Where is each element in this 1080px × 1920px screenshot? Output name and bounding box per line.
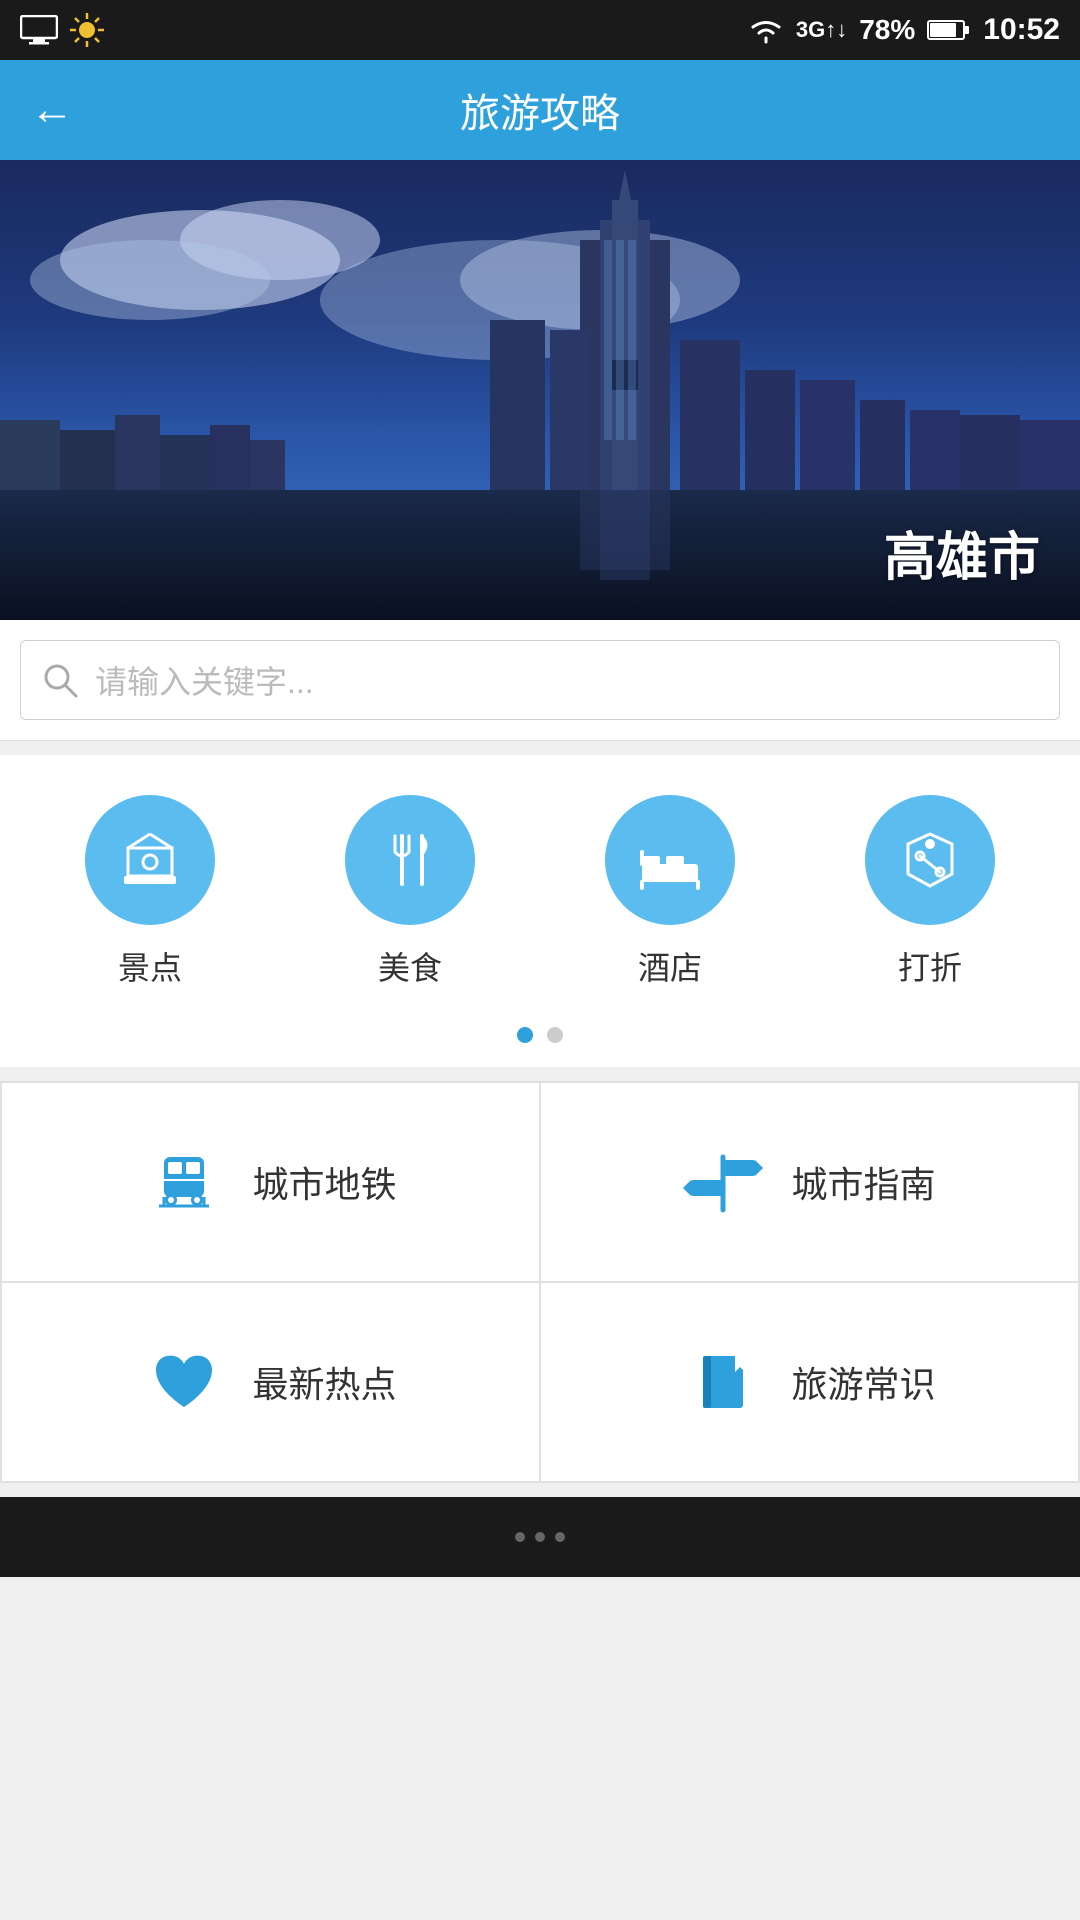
category-meishi[interactable]: 美食 bbox=[300, 795, 520, 989]
bottom-dot-2 bbox=[535, 1532, 545, 1542]
pagination-dots bbox=[0, 1009, 1080, 1067]
category-icon-jingdian bbox=[85, 795, 215, 925]
knowledge-label: 旅游常识 bbox=[791, 1356, 935, 1408]
weather-icon bbox=[68, 11, 106, 49]
battery-percent: 78% bbox=[859, 14, 915, 46]
status-right: 3G↑↓ 78% 10:52 bbox=[748, 13, 1060, 47]
heart-icon bbox=[144, 1342, 224, 1422]
hero-image: 高雄市 bbox=[0, 160, 1080, 620]
bottom-bar bbox=[0, 1497, 1080, 1577]
category-label-jiudian: 酒店 bbox=[638, 943, 702, 989]
category-jiudian[interactable]: 酒店 bbox=[560, 795, 780, 989]
search-box[interactable]: 请输入关键字... bbox=[20, 640, 1060, 720]
category-label-dazhe: 打折 bbox=[898, 943, 962, 989]
battery-icon bbox=[927, 18, 971, 42]
bottom-dot-3 bbox=[555, 1532, 565, 1542]
category-icon-jiudian bbox=[605, 795, 735, 925]
search-placeholder[interactable]: 请输入关键字... bbox=[95, 657, 314, 703]
bottom-grid: 城市地铁 城市指南 最新热点 bbox=[0, 1081, 1080, 1483]
bottom-dot-1 bbox=[515, 1532, 525, 1542]
nav-bar: ← 旅游攻略 bbox=[0, 60, 1080, 160]
dot-2[interactable] bbox=[547, 1027, 563, 1043]
hotspot-label: 最新热点 bbox=[252, 1356, 396, 1408]
wifi-icon bbox=[748, 16, 784, 44]
category-jingdian[interactable]: 景点 bbox=[40, 795, 260, 989]
page-title: 旅游攻略 bbox=[460, 81, 620, 139]
back-button[interactable]: ← bbox=[30, 85, 74, 135]
dot-1[interactable] bbox=[517, 1027, 533, 1043]
category-icon-dazhe bbox=[865, 795, 995, 925]
search-icon bbox=[41, 661, 79, 699]
screen-icon bbox=[20, 15, 58, 45]
category-row: 景点 美食 bbox=[20, 795, 1060, 989]
category-icon-meishi bbox=[345, 795, 475, 925]
book-icon bbox=[683, 1342, 763, 1422]
metro-icon bbox=[144, 1142, 224, 1222]
category-section: 景点 美食 bbox=[0, 755, 1080, 1009]
time-display: 10:52 bbox=[983, 13, 1060, 47]
grid-hotspot[interactable]: 最新热点 bbox=[1, 1282, 540, 1482]
grid-guide[interactable]: 城市指南 bbox=[540, 1082, 1079, 1282]
signal-text: 3G↑↓ bbox=[796, 17, 847, 43]
guide-icon bbox=[683, 1142, 763, 1222]
grid-metro[interactable]: 城市地铁 bbox=[1, 1082, 540, 1282]
city-name: 高雄市 bbox=[884, 515, 1040, 590]
category-label-meishi: 美食 bbox=[378, 943, 442, 989]
category-dazhe[interactable]: 打折 bbox=[820, 795, 1040, 989]
guide-label: 城市指南 bbox=[791, 1156, 935, 1208]
status-bar: 3G↑↓ 78% 10:52 bbox=[0, 0, 1080, 60]
grid-knowledge[interactable]: 旅游常识 bbox=[540, 1282, 1079, 1482]
category-label-jingdian: 景点 bbox=[118, 943, 182, 989]
metro-label: 城市地铁 bbox=[252, 1156, 396, 1208]
status-left bbox=[20, 11, 106, 49]
search-section: 请输入关键字... bbox=[0, 620, 1080, 741]
